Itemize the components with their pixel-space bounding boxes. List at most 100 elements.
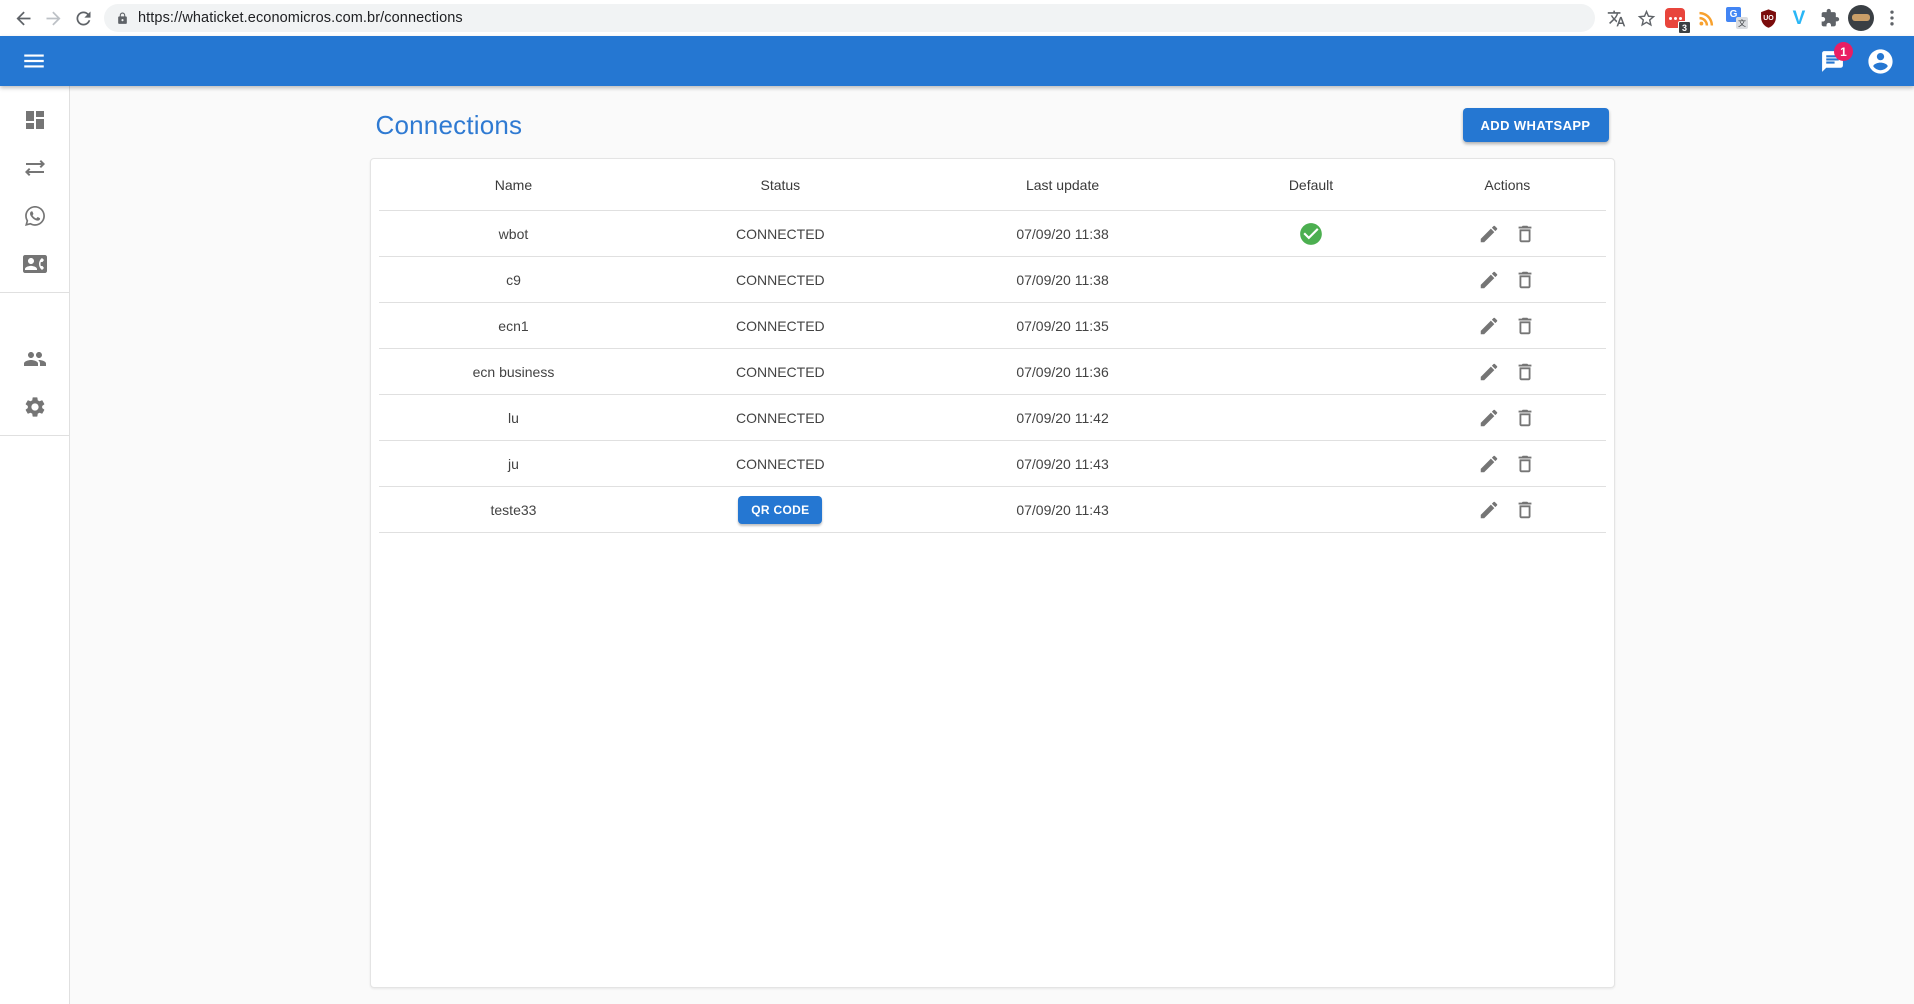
delete-button[interactable] — [1510, 357, 1540, 387]
sidebar-item-tickets[interactable] — [0, 144, 69, 192]
back-arrow-icon — [13, 8, 34, 29]
table-row: wbotCONNECTED07/09/20 11:38 — [379, 211, 1606, 257]
connection-status: CONNECTED — [648, 349, 912, 395]
app-bar: 1 — [0, 36, 1914, 86]
default-cell — [1213, 487, 1409, 533]
add-whatsapp-button[interactable]: ADD WHATSAPP — [1463, 108, 1609, 142]
notifications-button[interactable]: 1 — [1812, 41, 1852, 81]
extension-badge: 3 — [1678, 21, 1691, 34]
dashboard-icon — [23, 108, 47, 132]
edit-button[interactable] — [1474, 449, 1504, 479]
delete-button[interactable] — [1510, 495, 1540, 525]
delete-button[interactable] — [1510, 403, 1540, 433]
table-row: ecn1CONNECTED07/09/20 11:35 — [379, 303, 1606, 349]
actions-cell — [1409, 257, 1605, 303]
sidebar-item-contacts[interactable] — [0, 240, 69, 288]
url-text: https://whaticket.economicros.com.br/con… — [138, 10, 463, 26]
hamburger-icon — [21, 48, 47, 74]
people-icon — [23, 347, 47, 371]
actions-cell — [1409, 303, 1605, 349]
table-row: luCONNECTED07/09/20 11:42 — [379, 395, 1606, 441]
connection-name: lu — [379, 395, 649, 441]
sidebar — [0, 86, 70, 1004]
edit-button[interactable] — [1474, 403, 1504, 433]
chrome-menu-button[interactable] — [1878, 4, 1906, 32]
sidebar-item-dashboard[interactable] — [0, 96, 69, 144]
qr-code-button[interactable]: QR CODE — [738, 496, 822, 524]
table-row: ecn businessCONNECTED07/09/20 11:36 — [379, 349, 1606, 395]
actions-cell — [1409, 487, 1605, 533]
actions-cell — [1409, 349, 1605, 395]
sidebar-divider — [0, 292, 69, 293]
connection-status: CONNECTED — [648, 257, 912, 303]
back-button[interactable] — [8, 3, 38, 33]
swap-arrows-icon — [23, 156, 47, 180]
sidebar-item-connections[interactable] — [0, 192, 69, 240]
last-update: 07/09/20 11:36 — [912, 349, 1213, 395]
lock-icon — [116, 12, 129, 25]
default-cell — [1213, 395, 1409, 441]
svg-text:UO: UO — [1763, 14, 1774, 21]
connection-status: CONNECTED — [648, 441, 912, 487]
last-update: 07/09/20 11:35 — [912, 303, 1213, 349]
delete-button[interactable] — [1510, 265, 1540, 295]
appbar-right: 1 — [1812, 41, 1900, 81]
default-cell — [1213, 349, 1409, 395]
sidebar-item-users[interactable] — [0, 335, 69, 383]
connection-name: ecn business — [379, 349, 649, 395]
col-header-default: Default — [1213, 159, 1409, 211]
table-row: juCONNECTED07/09/20 11:43 — [379, 441, 1606, 487]
contact-phone-icon — [23, 252, 47, 276]
connections-table: Name Status Last update Default Actions … — [379, 159, 1606, 533]
edit-button[interactable] — [1474, 265, 1504, 295]
default-cell — [1213, 441, 1409, 487]
browser-toolbar: https://whaticket.economicros.com.br/con… — [0, 0, 1914, 36]
last-update: 07/09/20 11:38 — [912, 211, 1213, 257]
actions-cell — [1409, 395, 1605, 441]
connection-status: CONNECTED — [648, 211, 912, 257]
menu-button[interactable] — [14, 41, 54, 81]
delete-button[interactable] — [1510, 311, 1540, 341]
sidebar-item-settings[interactable] — [0, 383, 69, 431]
table-row: teste33QR CODE07/09/20 11:43 — [379, 487, 1606, 533]
edit-button[interactable] — [1474, 357, 1504, 387]
default-check-icon — [1214, 221, 1408, 247]
delete-button[interactable] — [1510, 449, 1540, 479]
bookmark-star-icon[interactable] — [1631, 3, 1661, 33]
translate-extension-icon[interactable]: G 文 — [1723, 4, 1751, 32]
v-extension-icon[interactable]: V — [1785, 4, 1813, 32]
account-circle-icon — [1866, 47, 1895, 76]
forward-button[interactable] — [38, 3, 68, 33]
address-bar[interactable]: https://whaticket.economicros.com.br/con… — [104, 4, 1595, 32]
whatsapp-icon — [23, 204, 47, 228]
default-cell — [1213, 211, 1409, 257]
ublock-extension-icon[interactable]: UO — [1754, 4, 1782, 32]
translate-page-icon[interactable] — [1601, 3, 1631, 33]
connections-card: Name Status Last update Default Actions … — [370, 158, 1615, 988]
default-cell — [1213, 257, 1409, 303]
default-cell — [1213, 303, 1409, 349]
edit-button[interactable] — [1474, 219, 1504, 249]
gear-icon — [23, 395, 47, 419]
reload-button[interactable] — [68, 3, 98, 33]
edit-button[interactable] — [1474, 311, 1504, 341]
puzzle-extensions-icon[interactable] — [1816, 4, 1844, 32]
connection-name: ju — [379, 441, 649, 487]
edit-button[interactable] — [1474, 495, 1504, 525]
ninja-avatar-icon — [1848, 5, 1874, 31]
last-update: 07/09/20 11:38 — [912, 257, 1213, 303]
sidebar-spacer — [0, 297, 69, 335]
rss-extension-icon[interactable] — [1692, 4, 1720, 32]
table-row: c9CONNECTED07/09/20 11:38 — [379, 257, 1606, 303]
red-extension-icon[interactable]: 3 — [1661, 4, 1689, 32]
connection-name: ecn1 — [379, 303, 649, 349]
table-header-row: Name Status Last update Default Actions — [379, 159, 1606, 211]
col-header-status: Status — [648, 159, 912, 211]
last-update: 07/09/20 11:43 — [912, 487, 1213, 533]
last-update: 07/09/20 11:43 — [912, 441, 1213, 487]
profile-button[interactable] — [1860, 41, 1900, 81]
delete-button[interactable] — [1510, 219, 1540, 249]
connections-table-body: wbotCONNECTED07/09/20 11:38c9CONNECTED07… — [379, 211, 1606, 533]
notification-badge: 1 — [1834, 42, 1853, 61]
browser-profile-avatar[interactable] — [1847, 4, 1875, 32]
